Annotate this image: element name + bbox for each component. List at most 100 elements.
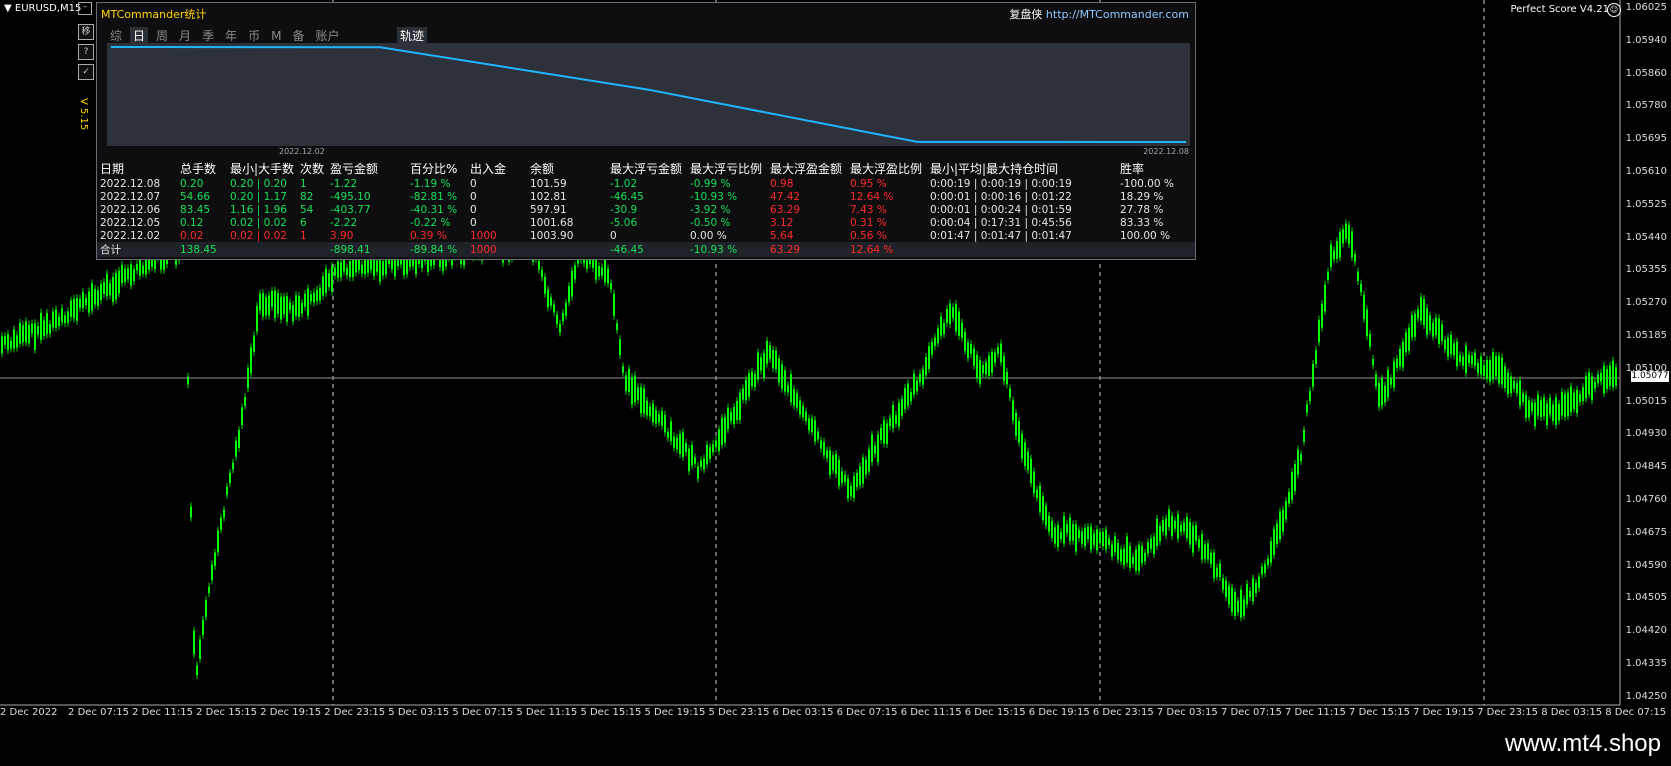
table-cell: 102.81 bbox=[530, 190, 567, 203]
price-tick-label: 1.05525 bbox=[1625, 198, 1667, 210]
candle-body bbox=[655, 409, 657, 424]
candle-body bbox=[610, 283, 612, 290]
move-button[interactable]: 移 bbox=[78, 24, 94, 40]
candle-body bbox=[19, 323, 21, 344]
candle-body bbox=[742, 388, 744, 400]
candle-body bbox=[667, 431, 669, 438]
candle-body bbox=[1306, 404, 1308, 413]
table-cell: 0.39 % bbox=[410, 229, 447, 242]
tab-2[interactable]: 周 bbox=[153, 27, 171, 44]
candle-body bbox=[1564, 393, 1566, 417]
candle-body bbox=[193, 630, 195, 655]
watermark: www.mt4.shop bbox=[1504, 730, 1661, 757]
candle-body bbox=[391, 260, 393, 270]
candle-body bbox=[1102, 531, 1104, 547]
candle-body bbox=[1126, 536, 1128, 563]
table-cell: 1 bbox=[300, 177, 307, 190]
table-cell: -1.22 bbox=[330, 177, 358, 190]
table-cell: 0.20 bbox=[180, 177, 204, 190]
candle-body bbox=[73, 298, 75, 319]
price-tick-label: 1.04250 bbox=[1625, 690, 1667, 702]
candle-body bbox=[946, 309, 948, 323]
candle-body bbox=[1321, 303, 1323, 328]
candle-body bbox=[211, 564, 213, 581]
total-cell: -898.41 bbox=[327, 242, 407, 257]
total-cell bbox=[927, 242, 1117, 257]
candle-body bbox=[1351, 231, 1353, 258]
time-tick-label: 5 Dec 15:15 bbox=[580, 707, 642, 718]
candle-body bbox=[640, 387, 642, 414]
candle-body bbox=[697, 466, 699, 479]
candle-body bbox=[1462, 356, 1464, 366]
time-tick-label: 2 Dec 11:15 bbox=[132, 707, 193, 718]
table-cell: 1 bbox=[300, 229, 307, 242]
tab-4[interactable]: 季 bbox=[199, 27, 217, 44]
candle-body bbox=[1216, 567, 1218, 577]
candle-body bbox=[274, 290, 276, 318]
tab-1[interactable]: 日 bbox=[130, 27, 149, 44]
candle-body bbox=[1555, 397, 1557, 425]
tab-8[interactable]: 备 bbox=[289, 27, 307, 44]
minimize-icon[interactable]: – bbox=[78, 2, 92, 15]
candle-body bbox=[1483, 365, 1485, 376]
table-cell: 0.20 | 1.17 bbox=[230, 190, 287, 203]
price-tick-label: 1.04505 bbox=[1625, 592, 1667, 604]
time-tick-label: 7 Dec 03:15 bbox=[1156, 707, 1218, 718]
price-tick-label: 1.04590 bbox=[1625, 559, 1667, 571]
tab-trace[interactable]: 轨迹 bbox=[397, 27, 428, 44]
candle-body bbox=[349, 261, 351, 278]
candle-body bbox=[1111, 544, 1113, 557]
time-tick-label: 7 Dec 11:15 bbox=[1285, 707, 1346, 718]
candle-body bbox=[1033, 471, 1035, 494]
candle-body bbox=[319, 287, 321, 301]
help-button[interactable]: ? bbox=[78, 44, 94, 60]
candle-body bbox=[1513, 380, 1515, 389]
candle-body bbox=[1219, 563, 1221, 578]
candle-body bbox=[1081, 531, 1083, 544]
candle-body bbox=[652, 403, 654, 423]
candle-body bbox=[1057, 524, 1059, 547]
candle-body bbox=[1042, 496, 1044, 521]
candle-body bbox=[817, 431, 819, 440]
panel-brand[interactable]: 复盘侠 http://MTCommander.com bbox=[1009, 6, 1189, 22]
candle-body bbox=[1015, 412, 1017, 436]
candle-body bbox=[1495, 356, 1497, 377]
stats-header-cell: 盈亏金额 bbox=[330, 162, 379, 176]
candle-body bbox=[706, 444, 708, 465]
candle-body bbox=[835, 454, 837, 475]
candle-body bbox=[1291, 472, 1293, 500]
candle-body bbox=[1606, 369, 1608, 389]
table-cell: -1.19 % bbox=[410, 177, 451, 190]
brand-url[interactable]: http://MTCommander.com bbox=[1046, 8, 1189, 21]
candle-body bbox=[1114, 536, 1116, 553]
table-row: 2022.12.02 0.02 0.02 | 0.02 1 3.90 0.39 % 1000… bbox=[97, 229, 1195, 242]
tab-7[interactable]: M bbox=[268, 29, 284, 43]
time-tick-label: 8 Dec 03:15 bbox=[1541, 707, 1603, 718]
candle-body bbox=[1087, 526, 1089, 540]
table-cell: 1.16 | 1.96 bbox=[230, 203, 287, 216]
tab-5[interactable]: 年 bbox=[222, 27, 240, 44]
candle-body bbox=[1558, 403, 1560, 421]
tab-9[interactable]: 账户 bbox=[312, 27, 342, 44]
candle-body bbox=[826, 450, 828, 459]
tab-0[interactable]: 综 bbox=[107, 27, 125, 44]
tab-3[interactable]: 月 bbox=[176, 27, 194, 44]
tab-6[interactable]: 币 bbox=[245, 27, 263, 44]
candle-body bbox=[661, 411, 663, 426]
candle-body bbox=[1324, 284, 1326, 312]
candle-body bbox=[1267, 558, 1269, 565]
candle-body bbox=[1051, 521, 1053, 538]
candle-body bbox=[802, 405, 804, 418]
candle-body bbox=[223, 509, 225, 518]
candle-body bbox=[808, 418, 810, 431]
candle-body bbox=[544, 276, 546, 294]
candle-body bbox=[901, 399, 903, 416]
check-button[interactable]: ✓ bbox=[78, 64, 94, 80]
table-cell: -100.00 % bbox=[1120, 177, 1174, 190]
candle-body bbox=[931, 342, 933, 355]
candle-body bbox=[643, 388, 645, 414]
candle-body bbox=[136, 264, 138, 271]
candle-body bbox=[103, 282, 105, 294]
candle-body bbox=[1198, 539, 1200, 548]
price-tick-label: 1.05270 bbox=[1625, 297, 1667, 309]
